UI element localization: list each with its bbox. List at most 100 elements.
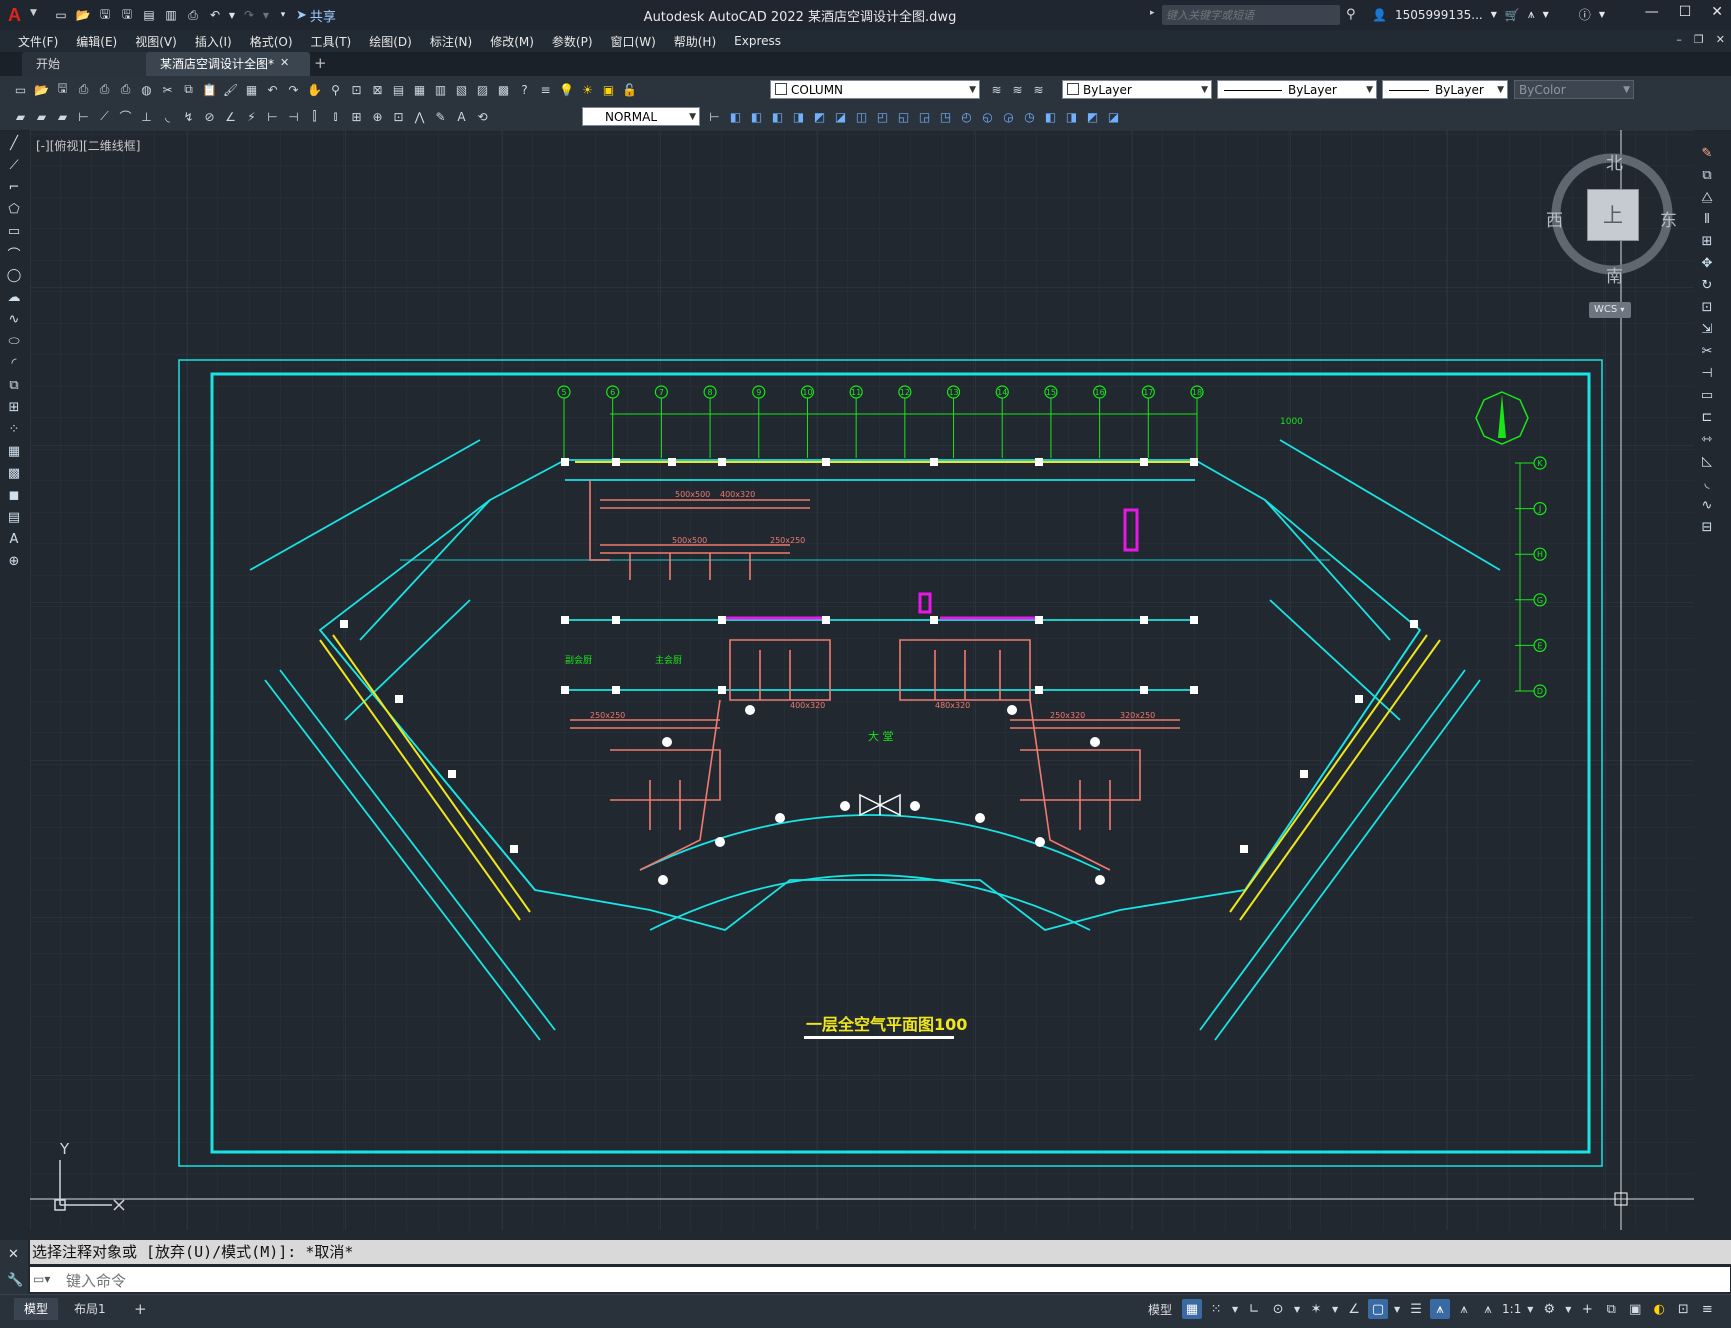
view-tool-4-icon[interactable]: ◨ xyxy=(790,108,807,125)
scale-dropdown-icon[interactable]: ▼ xyxy=(1525,1299,1535,1319)
snap-dropdown-icon[interactable]: ▼ xyxy=(1230,1299,1240,1319)
insert-block-icon[interactable]: ⧉ xyxy=(4,375,24,395)
diameter-dim-icon[interactable]: ⊘ xyxy=(201,108,218,125)
view-tool-13-icon[interactable]: ◵ xyxy=(979,108,996,125)
new-icon[interactable]: ▭ xyxy=(12,81,29,98)
jogged-dim-icon[interactable]: ↯ xyxy=(180,108,197,125)
menu-file[interactable]: 文件(F) xyxy=(10,33,68,50)
copy-icon[interactable]: ⧉ xyxy=(180,81,197,98)
menu-window[interactable]: 窗口(W) xyxy=(603,33,666,50)
menu-help[interactable]: 帮助(H) xyxy=(666,33,726,50)
quick-dim-icon[interactable]: ⚡ xyxy=(243,108,260,125)
lineweight-toggle-icon[interactable]: ☰ xyxy=(1406,1299,1426,1319)
autodesk-a360-icon[interactable]: ⩚ xyxy=(1528,7,1535,22)
save-as-icon[interactable]: 🖫 xyxy=(118,7,136,23)
isodraft-icon[interactable]: ✶ xyxy=(1306,1299,1326,1319)
save-icon[interactable]: 🖫 xyxy=(54,81,71,98)
ellipse-arc-icon[interactable]: ◜ xyxy=(4,353,24,373)
view-tool-18-icon[interactable]: ◩ xyxy=(1084,108,1101,125)
view-tool-19-icon[interactable]: ◪ xyxy=(1105,108,1122,125)
layer-states-icon[interactable]: ≋ xyxy=(1030,81,1047,98)
search-input[interactable] xyxy=(1162,5,1340,25)
break-icon[interactable]: ⊏ xyxy=(1697,407,1717,427)
lineweight-dropdown[interactable]: ByLayer ▼ xyxy=(1382,80,1508,99)
angular-dim-icon[interactable]: ∠ xyxy=(222,108,239,125)
add-icon[interactable]: + xyxy=(1577,1299,1597,1319)
layer-previous-icon[interactable]: ≋ xyxy=(1009,81,1026,98)
menu-modify[interactable]: 修改(M) xyxy=(482,33,544,50)
view-tool-7-icon[interactable]: ◫ xyxy=(853,108,870,125)
menu-dimension[interactable]: 标注(N) xyxy=(422,33,482,50)
menu-format[interactable]: 格式(O) xyxy=(242,33,303,50)
open-icon[interactable]: 📂 xyxy=(33,81,50,98)
calculator-icon[interactable]: ▩ xyxy=(495,81,512,98)
object-snap-icon[interactable]: ▢ xyxy=(1368,1299,1389,1319)
match-properties-icon[interactable]: 🖌 xyxy=(222,81,239,98)
design-center-icon[interactable]: ▦ xyxy=(411,81,428,98)
blend-icon[interactable]: ∿ xyxy=(1697,495,1717,515)
dim-edit-icon[interactable]: ✎ xyxy=(432,108,449,125)
close-icon[interactable]: ✕ xyxy=(1711,4,1723,20)
undo-icon[interactable]: ↶ xyxy=(206,7,224,23)
offset-icon[interactable]: ⫴ xyxy=(1697,209,1717,229)
pan-icon[interactable]: ✋ xyxy=(306,81,323,98)
ellipse-icon[interactable]: ⬭ xyxy=(4,331,24,351)
redo-dropdown-icon[interactable]: ▼ xyxy=(262,7,270,23)
mirror-icon[interactable]: ⧋ xyxy=(1697,187,1717,207)
tab-close-icon[interactable]: ✕ xyxy=(280,56,289,69)
view-tool-1-icon[interactable]: ◧ xyxy=(727,108,744,125)
arc-length-icon[interactable]: ⌒ xyxy=(117,108,134,125)
array-icon[interactable]: ⊞ xyxy=(1697,231,1717,251)
trim-icon[interactable]: ✂ xyxy=(1697,341,1717,361)
menu-edit[interactable]: 编辑(E) xyxy=(68,33,127,50)
clean-screen-icon[interactable]: ⊡ xyxy=(1673,1299,1693,1319)
snap-toggle-icon[interactable]: ⁙ xyxy=(1206,1299,1226,1319)
isolate-objects-icon[interactable]: ◐ xyxy=(1649,1299,1669,1319)
search-expand-icon[interactable]: ▸ xyxy=(1150,8,1155,18)
tool-palettes-icon[interactable]: ▥ xyxy=(432,81,449,98)
plot-icon[interactable]: ⎙ xyxy=(184,7,202,23)
quick-properties-icon[interactable]: ▣ xyxy=(1625,1299,1645,1319)
undo-icon[interactable]: ↶ xyxy=(264,81,281,98)
auto-scale-icon[interactable]: ⩚ xyxy=(1454,1299,1474,1319)
open-web-icon[interactable]: ▤ xyxy=(140,7,158,23)
tool-c-icon[interactable]: ▰ xyxy=(54,108,71,125)
redo-icon[interactable]: ↷ xyxy=(285,81,302,98)
view-tool-16-icon[interactable]: ◧ xyxy=(1042,108,1059,125)
command-customize-icon[interactable]: 🔧 xyxy=(7,1273,23,1288)
view-tool-8-icon[interactable]: ◰ xyxy=(874,108,891,125)
chamfer-icon[interactable]: ◺ xyxy=(1697,451,1717,471)
dim-space-icon[interactable]: ⫿ xyxy=(306,108,323,125)
help-icon[interactable]: ⓘ xyxy=(1579,6,1591,23)
grid-toggle-icon[interactable]: ▦ xyxy=(1182,1299,1203,1319)
dimstyle-dropdown[interactable]: NORMAL ▼ xyxy=(582,107,700,126)
inspection-icon[interactable]: ⊡ xyxy=(390,108,407,125)
zoom-window-icon[interactable]: ⊡ xyxy=(348,81,365,98)
paste-icon[interactable]: 📋 xyxy=(201,81,218,98)
polar-tracking-icon[interactable]: ⊙ xyxy=(1268,1299,1288,1319)
menu-parametric[interactable]: 参数(P) xyxy=(544,33,603,50)
share-button[interactable]: ➤ 共享 xyxy=(296,6,336,25)
dim-update-icon[interactable]: ⟲ xyxy=(474,108,491,125)
doc-minimize-icon[interactable]: – xyxy=(1676,33,1682,46)
app-menu-chevron-icon[interactable]: ▼ xyxy=(30,8,37,18)
dim-break-icon[interactable]: ⫾ xyxy=(327,108,344,125)
break-point-icon[interactable]: ▭ xyxy=(1697,385,1717,405)
erase-icon[interactable]: ✎ xyxy=(1697,143,1717,163)
customize-qat-icon[interactable]: ▾ xyxy=(274,7,292,23)
arc-icon[interactable]: ⌒ xyxy=(4,243,24,263)
isodraft-dropdown-icon[interactable]: ▼ xyxy=(1330,1299,1340,1319)
plotstyle-dropdown[interactable]: ByColor ▼ xyxy=(1514,80,1634,99)
annotation-scale-icon[interactable]: ⩚ xyxy=(1478,1299,1498,1319)
doc-restore-icon[interactable]: ❐ xyxy=(1694,33,1704,46)
aligned-dim-icon[interactable]: ⟋ xyxy=(96,108,113,125)
menu-draw[interactable]: 绘图(D) xyxy=(361,33,422,50)
ortho-icon[interactable]: ∟ xyxy=(1244,1299,1264,1319)
user-dropdown-icon[interactable]: ▼ xyxy=(1491,10,1497,19)
viewcube-east[interactable]: 东 xyxy=(1660,206,1677,231)
user-icon[interactable]: 👤 xyxy=(1372,8,1387,22)
doc-close-icon[interactable]: ✕ xyxy=(1716,33,1725,46)
sheet-set-icon[interactable]: ▧ xyxy=(453,81,470,98)
block-editor-icon[interactable]: ▦ xyxy=(243,81,260,98)
view-tool-12-icon[interactable]: ◴ xyxy=(958,108,975,125)
